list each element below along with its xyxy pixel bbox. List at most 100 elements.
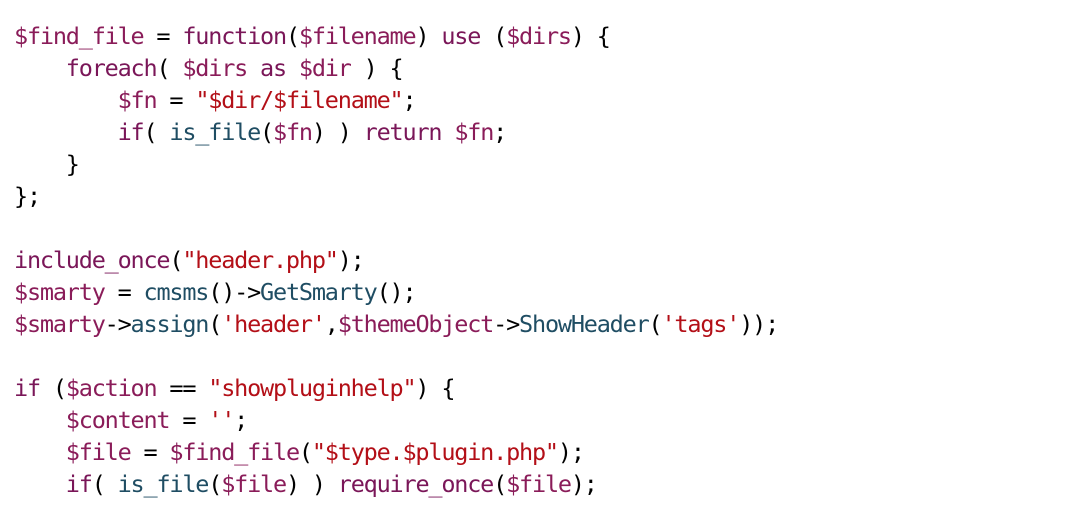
code-line: } <box>14 148 778 180</box>
punctuation-token <box>14 438 66 466</box>
variable-token: $filename <box>298 22 417 50</box>
keyword-token: use <box>441 22 481 50</box>
punctuation-token: ( <box>285 22 300 50</box>
punctuation-token: ; <box>493 118 507 146</box>
keyword-token: function <box>182 22 287 50</box>
keyword-token: as <box>260 54 287 82</box>
string-token: '' <box>208 406 235 434</box>
code-line: $file = $find_file("$type.$plugin.php"); <box>14 436 778 468</box>
punctuation-token <box>14 406 66 434</box>
punctuation-token: )); <box>739 310 779 338</box>
string-token: 'tags' <box>661 310 740 338</box>
string-token: "$type.$plugin.php" <box>311 438 559 466</box>
punctuation-token: ( <box>480 22 507 50</box>
string-token: 'header' <box>221 310 326 338</box>
code-editor[interactable]: $find_file = function($filename) use ($d… <box>14 20 779 500</box>
punctuation-token <box>247 54 260 82</box>
punctuation-token: ) ) <box>285 470 338 498</box>
punctuation-token <box>14 470 66 498</box>
punctuation-token: (); <box>376 278 417 306</box>
code-line: $smarty->assign('header',$themeObject->S… <box>14 308 779 340</box>
punctuation-token: ( <box>169 246 183 274</box>
function-token: GetSmarty <box>260 278 378 306</box>
punctuation-token: ( <box>260 118 274 146</box>
keyword-token: if <box>117 118 145 146</box>
code-line: $fn = "$dir/$filename"; <box>14 84 778 116</box>
punctuation-token: = <box>130 438 170 466</box>
punctuation-token: ) <box>415 22 442 50</box>
punctuation-token <box>441 118 454 146</box>
variable-token: $smarty <box>14 278 106 306</box>
punctuation-token: }; <box>14 182 41 210</box>
punctuation-token: ( <box>39 374 67 402</box>
punctuation-token: , <box>324 310 339 338</box>
punctuation-token: ( <box>156 54 183 82</box>
variable-token: $fn <box>273 118 313 146</box>
punctuation-token: ); <box>570 470 598 498</box>
string-token: "header.php" <box>182 246 339 274</box>
code-line: $smarty = cmsms()->GetSmarty(); <box>14 276 778 308</box>
variable-token: $themeObject <box>337 310 495 338</box>
punctuation-token: ( <box>648 310 663 338</box>
punctuation-token: ( <box>208 470 222 498</box>
variable-token: $dirs <box>182 54 248 82</box>
code-line: $content = ''; <box>14 404 778 436</box>
punctuation-token: ( <box>91 470 118 498</box>
punctuation-token <box>14 118 118 146</box>
punctuation-token: ) { <box>570 22 611 50</box>
variable-token: $find_file <box>169 438 300 466</box>
code-line: include_once("header.php"); <box>14 244 778 276</box>
punctuation-token: ( <box>208 310 222 338</box>
punctuation-token: } <box>14 150 80 178</box>
keyword-token: require_once <box>337 470 495 498</box>
punctuation-token: ( <box>298 438 313 466</box>
keyword-token: include_once <box>14 246 171 274</box>
punctuation-token: ); <box>557 438 585 466</box>
variable-token: $smarty <box>14 310 106 338</box>
variable-token: $content <box>65 406 171 434</box>
code-line: foreach( $dirs as $dir ) { <box>14 52 778 84</box>
punctuation-token: = <box>143 22 183 50</box>
function-token: assign <box>130 310 210 338</box>
punctuation-token: = <box>169 406 209 434</box>
punctuation-token: ; <box>234 406 248 434</box>
keyword-token: return <box>363 118 443 146</box>
punctuation-token: ); <box>337 246 365 274</box>
punctuation-token: = <box>104 278 144 306</box>
string-token: "showpluginhelp" <box>208 374 416 402</box>
code-line: }; <box>14 180 778 212</box>
function-token: cmsms <box>143 278 210 306</box>
keyword-token: if <box>14 374 41 402</box>
variable-token: $action <box>65 374 158 402</box>
variable-token: $fn <box>454 118 494 146</box>
variable-token: $file <box>221 470 287 498</box>
punctuation-token: ( <box>493 470 507 498</box>
keyword-token: if <box>65 470 93 498</box>
punctuation-token: ; <box>402 86 416 114</box>
keyword-token: foreach <box>65 54 158 82</box>
punctuation-token: -> <box>104 310 132 338</box>
function-token: ShowHeader <box>519 310 650 338</box>
function-token: is_file <box>117 470 210 498</box>
punctuation-token: ) ) <box>311 118 364 146</box>
string-token: "$dir/$filename" <box>195 86 403 114</box>
variable-token: $find_file <box>14 22 145 50</box>
function-token: is_file <box>169 118 261 146</box>
punctuation-token: == <box>156 374 209 402</box>
punctuation-token: ()-> <box>208 278 261 306</box>
punctuation-token: ) { <box>350 54 404 82</box>
code-line: if( is_file($file) ) require_once($file)… <box>14 468 778 500</box>
code-line: if ($action == "showpluginhelp") { <box>14 372 778 404</box>
variable-token: $file <box>65 438 132 466</box>
punctuation-token: ) { <box>415 374 455 402</box>
variable-token: $fn <box>117 86 158 114</box>
punctuation-token: = <box>156 86 196 114</box>
punctuation-token <box>14 54 66 82</box>
code-line: if( is_file($fn) ) return $fn; <box>14 116 778 148</box>
variable-token: $dir <box>298 54 352 82</box>
punctuation-token <box>14 86 118 114</box>
variable-token: $dirs <box>506 22 572 50</box>
variable-token: $file <box>506 470 572 498</box>
